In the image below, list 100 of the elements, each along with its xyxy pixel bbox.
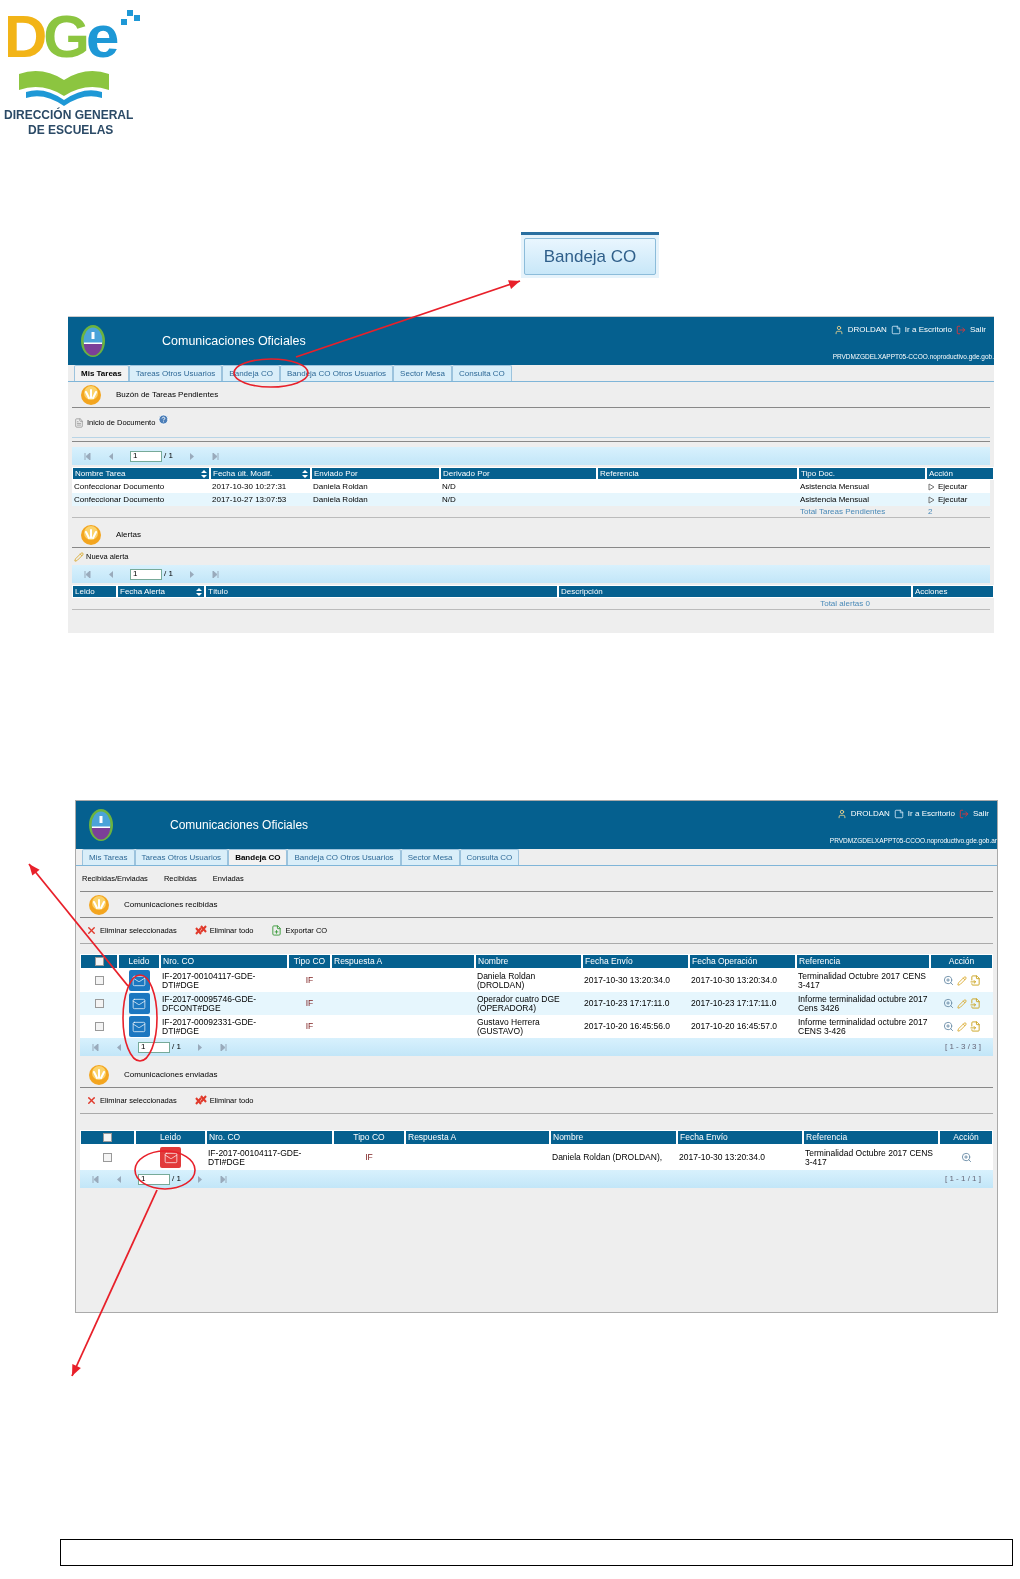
magnifier-icon[interactable] bbox=[942, 975, 954, 986]
table-cell: IF bbox=[305, 1020, 314, 1033]
table-cell: 2017-10-30 13:20:34.0 bbox=[584, 975, 671, 985]
page-field[interactable]: 1 bbox=[138, 1173, 170, 1185]
column-header: Fecha Envío bbox=[585, 955, 633, 968]
magnifier-icon[interactable] bbox=[960, 1152, 972, 1163]
previous-page-icon[interactable] bbox=[115, 1175, 122, 1183]
table-cell: Daniela Roldan bbox=[313, 481, 368, 491]
column-header: Leido bbox=[128, 955, 150, 968]
column-header: Derivado Por bbox=[440, 467, 597, 480]
next-page-icon[interactable] bbox=[188, 452, 196, 460]
document-arrow-icon[interactable] bbox=[969, 975, 981, 986]
tab[interactable]: Bandeja CO Otros Usuarios bbox=[287, 849, 401, 865]
table-cell: Gustavo Herrera (GUSTAVO) bbox=[477, 1016, 540, 1036]
sort-icon[interactable] bbox=[196, 587, 202, 596]
column-header: Acción bbox=[948, 955, 975, 968]
execute-link[interactable]: Ejecutar bbox=[928, 493, 968, 506]
page-range: [ 1 - 3 / 3 ] bbox=[945, 1041, 981, 1053]
pencil-icon[interactable] bbox=[956, 1021, 967, 1032]
magnifier-icon[interactable] bbox=[942, 1021, 954, 1032]
logout-link[interactable]: Salir bbox=[970, 324, 986, 336]
table-cell: N/D bbox=[442, 494, 456, 504]
table-cell: 2017-10-20 16:45:57.0 bbox=[691, 1021, 778, 1031]
column-header[interactable]: Fecha últ. Modif. bbox=[210, 467, 311, 480]
first-page-icon[interactable] bbox=[84, 570, 91, 578]
tab[interactable]: Tareas Otros Usuarios bbox=[128, 365, 223, 381]
exit-icon bbox=[956, 325, 966, 335]
tab[interactable]: Bandeja CO bbox=[524, 238, 656, 275]
desktop-link[interactable]: Ir a Escritorio bbox=[907, 808, 955, 820]
section-title: Alertas bbox=[116, 528, 141, 541]
tab[interactable]: Consulta CO bbox=[459, 849, 520, 865]
page-field[interactable]: 1 bbox=[130, 568, 162, 580]
logo-letter: G bbox=[43, 2, 86, 72]
table-cell: 2017-10-30 13:20:34.0 bbox=[691, 975, 778, 985]
tab[interactable]: Mis Tareas bbox=[82, 849, 135, 865]
checkbox[interactable] bbox=[94, 999, 104, 1008]
execute-link[interactable]: Ejecutar bbox=[928, 480, 968, 493]
last-page-icon[interactable] bbox=[211, 452, 219, 460]
column-header: Título bbox=[205, 585, 558, 598]
exit-icon bbox=[959, 809, 969, 819]
envelope-button[interactable] bbox=[160, 1147, 181, 1168]
last-page-icon[interactable] bbox=[211, 570, 219, 578]
document-arrow-icon[interactable] bbox=[969, 1021, 981, 1032]
checkbox[interactable] bbox=[94, 1022, 104, 1031]
previous-page-icon[interactable] bbox=[115, 1043, 122, 1051]
pencil-icon[interactable] bbox=[956, 998, 967, 1009]
column-header: Tipo CO bbox=[293, 955, 326, 968]
column-header: Referencia bbox=[597, 467, 798, 480]
table-cell: Confeccionar Documento bbox=[74, 481, 165, 491]
logo-caption: DIRECCIÓN GENERAL bbox=[4, 108, 134, 123]
user-icon bbox=[833, 325, 844, 335]
checkbox[interactable] bbox=[103, 1153, 112, 1162]
first-page-icon[interactable] bbox=[92, 1043, 99, 1051]
last-page-icon[interactable] bbox=[219, 1043, 227, 1051]
previous-page-icon[interactable] bbox=[107, 452, 114, 460]
last-page-icon[interactable] bbox=[219, 1175, 227, 1183]
table-cell: 2017-10-27 13:07:53 bbox=[212, 494, 287, 504]
checkbox[interactable] bbox=[94, 957, 104, 966]
sort-icon[interactable] bbox=[302, 469, 308, 478]
column-header: Referencia bbox=[806, 1131, 848, 1144]
tab[interactable]: Sector Mesa bbox=[400, 849, 460, 865]
tab[interactable]: Mis Tareas bbox=[74, 365, 129, 381]
help-icon[interactable] bbox=[158, 414, 170, 425]
page-field[interactable]: 1 bbox=[138, 1041, 170, 1053]
magnifier-icon[interactable] bbox=[942, 998, 954, 1009]
tab[interactable]: Bandeja CO bbox=[228, 849, 288, 865]
pencil-icon bbox=[74, 551, 84, 562]
next-page-icon[interactable] bbox=[196, 1175, 204, 1183]
desktop-link[interactable]: Ir a Escritorio bbox=[904, 324, 952, 336]
table-cell: IF bbox=[305, 997, 314, 1010]
column-header[interactable]: Fecha Alerta bbox=[117, 585, 205, 598]
logout-link[interactable]: Salir bbox=[973, 808, 989, 820]
tab[interactable]: Sector Mesa bbox=[393, 365, 452, 381]
column-header: Respuesta A bbox=[334, 955, 383, 968]
next-page-icon[interactable] bbox=[196, 1043, 204, 1051]
table-cell: Informe terminalidad octubre 2017 Cens 3426 bbox=[798, 993, 928, 1013]
column-header: Nombre bbox=[478, 955, 509, 968]
first-page-icon[interactable] bbox=[92, 1175, 99, 1183]
envelope-button[interactable] bbox=[128, 970, 150, 991]
table-cell: IF bbox=[365, 1151, 373, 1164]
tab[interactable]: Tareas Otros Usuarios bbox=[134, 849, 229, 865]
envelope-button[interactable] bbox=[128, 993, 150, 1014]
document-arrow-icon[interactable] bbox=[969, 998, 981, 1009]
pencil-icon[interactable] bbox=[956, 975, 967, 986]
tab[interactable]: Consulta CO bbox=[452, 365, 512, 381]
checkbox[interactable] bbox=[103, 1133, 112, 1142]
checkbox[interactable] bbox=[94, 976, 104, 985]
envelope-button[interactable] bbox=[128, 1016, 150, 1037]
previous-page-icon[interactable] bbox=[107, 570, 114, 578]
cross-icon bbox=[86, 1095, 97, 1106]
hand-badge-icon bbox=[88, 1063, 110, 1086]
page-field[interactable]: 1 bbox=[130, 450, 162, 462]
column-header: Enviado Por bbox=[311, 467, 440, 480]
first-page-icon[interactable] bbox=[84, 452, 91, 460]
logo-letter: e bbox=[86, 2, 116, 72]
next-page-icon[interactable] bbox=[188, 570, 196, 578]
app-title: Comunicaciones Oficiales bbox=[162, 332, 306, 350]
table-cell: 2017-10-23 17:17:11.0 bbox=[691, 998, 777, 1008]
column-header[interactable]: Nombre Tarea bbox=[72, 467, 210, 480]
sort-icon[interactable] bbox=[201, 469, 207, 478]
